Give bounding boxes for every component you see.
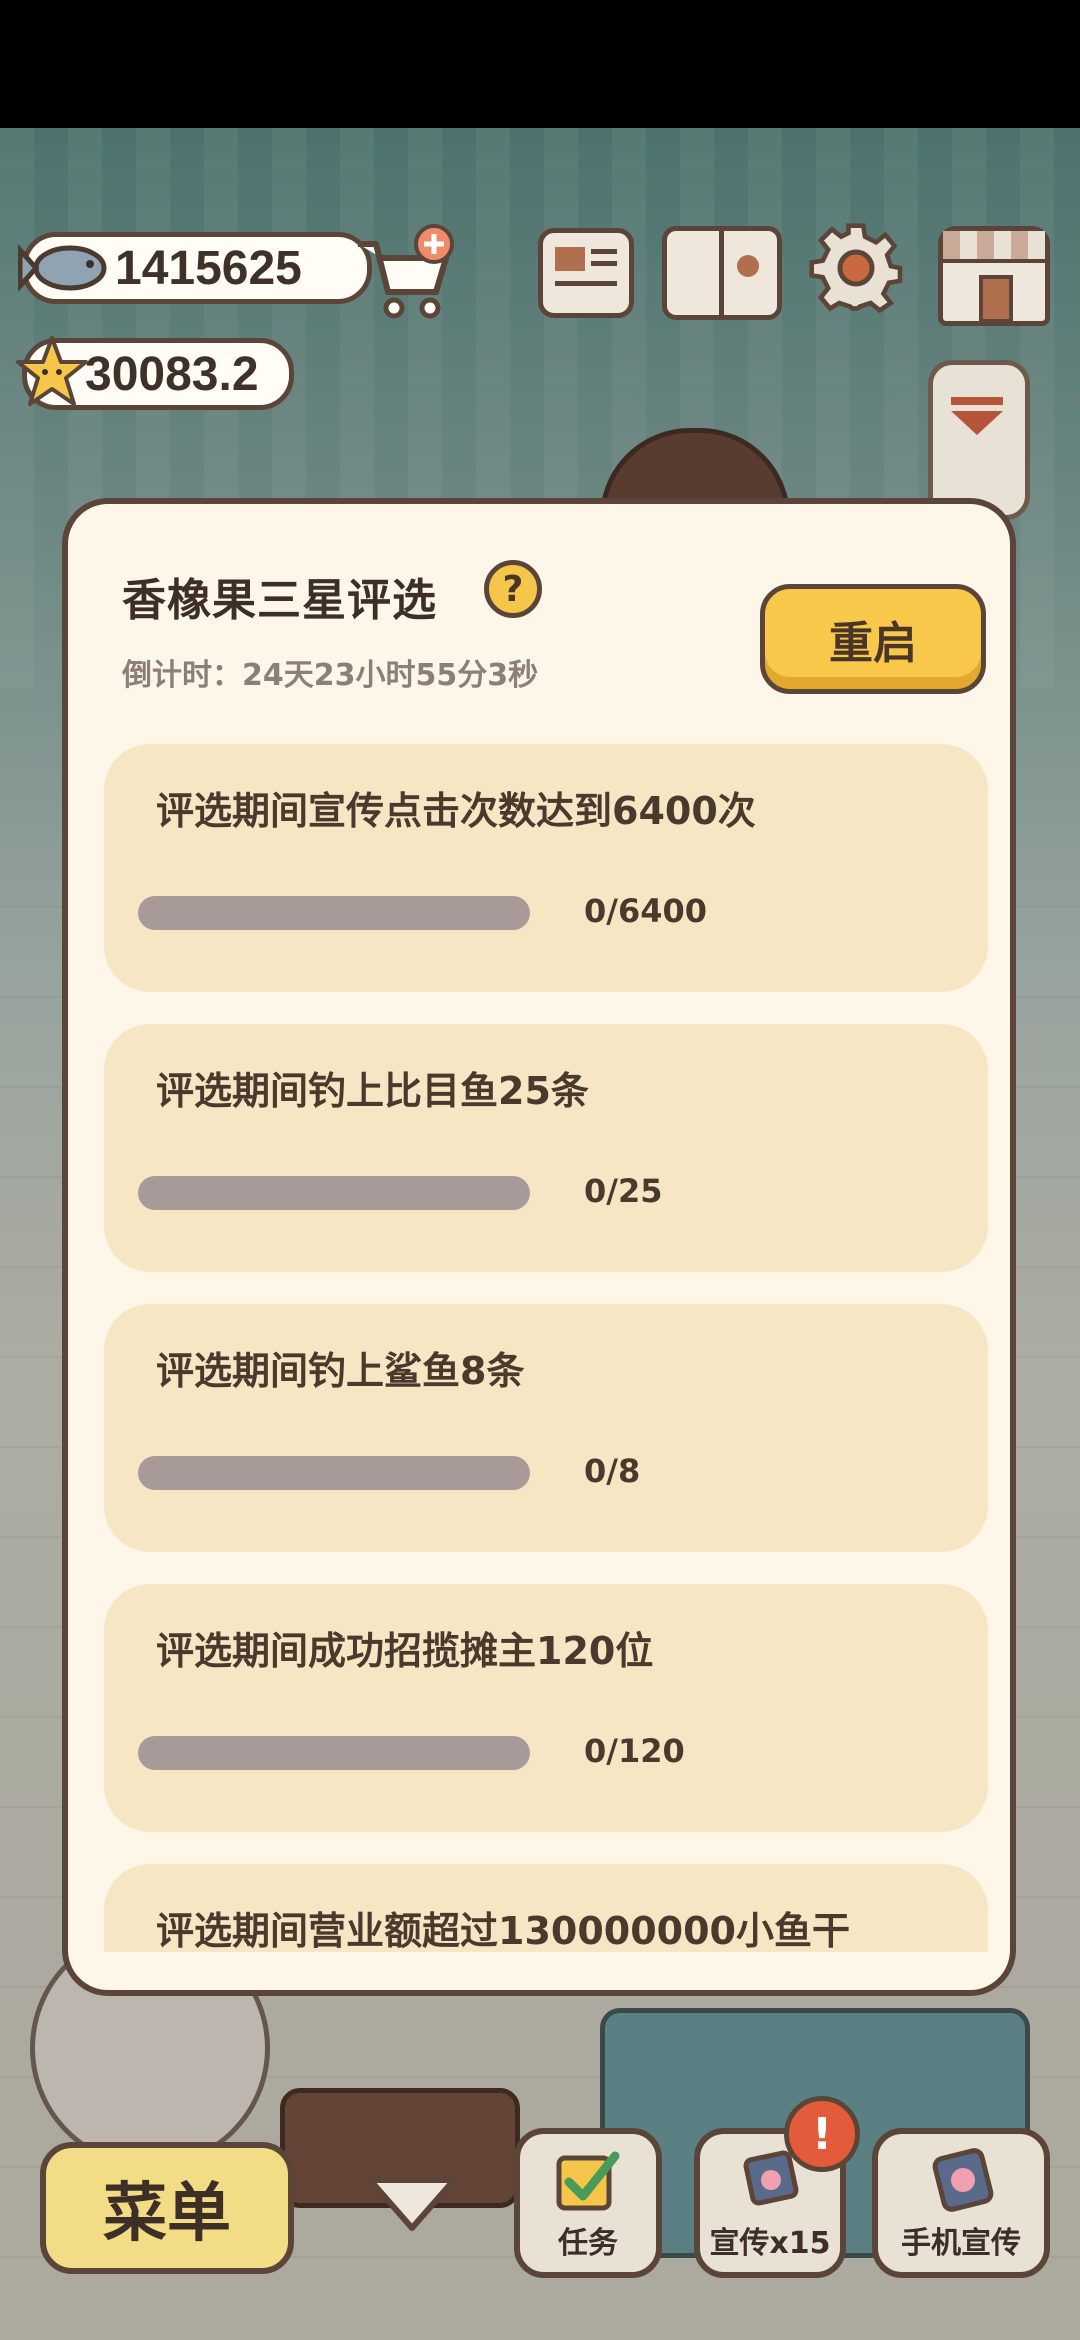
shop-icon[interactable] — [938, 226, 1050, 326]
collapse-side-panel-button[interactable] — [928, 360, 1030, 520]
phone-promo-icon — [932, 2148, 994, 2212]
newspaper-icon[interactable] — [538, 228, 634, 318]
progress-count: 0/6400 — [584, 892, 708, 930]
promo-button-label: 宣传x15 — [709, 2226, 831, 2261]
star-icon — [16, 336, 88, 406]
task-list[interactable]: 评选期间宣传点击次数达到6400次 0/6400 评选期间钓上比目鱼25条 0/… — [104, 744, 988, 1952]
task-description: 评选期间钓上鲨鱼8条 — [156, 1349, 525, 1393]
task-description: 评选期间成功招揽摊主120位 — [156, 1629, 654, 1673]
progress-bar — [138, 1736, 530, 1770]
star-currency-value: 30083.2 — [85, 347, 259, 401]
task-card: 评选期间成功招揽摊主120位 0/120 — [104, 1584, 988, 1832]
paw-book-icon[interactable] — [662, 226, 782, 320]
chevron-down-icon — [951, 397, 1003, 435]
progress-count: 0/8 — [584, 1452, 641, 1490]
alert-badge-icon: ! — [784, 2096, 860, 2172]
task-description: 评选期间营业额超过130000000小鱼干 — [156, 1909, 850, 1952]
menu-button[interactable]: 菜单 — [40, 2142, 294, 2274]
task-description: 评选期间宣传点击次数达到6400次 — [156, 789, 756, 833]
chevron-down-icon[interactable] — [364, 2174, 460, 2234]
progress-bar — [138, 1176, 530, 1210]
phone-promo-button-label: 手机宣传 — [901, 2226, 1021, 2261]
countdown-timer: 倒计时：24天23小时55分3秒 — [122, 658, 539, 693]
shop-cart-icon[interactable] — [350, 222, 460, 322]
progress-bar — [138, 896, 530, 930]
progress-bar — [138, 1456, 530, 1490]
task-card: 评选期间营业额超过130000000小鱼干 — [104, 1864, 988, 1952]
question-icon: ? — [502, 568, 524, 610]
task-button-label: 任务 — [558, 2226, 618, 2261]
restart-button[interactable]: 重启 — [760, 584, 986, 694]
task-card: 评选期间宣传点击次数达到6400次 0/6400 — [104, 744, 988, 992]
progress-count: 0/25 — [584, 1172, 663, 1210]
phone-promo-button[interactable]: 手机宣传 — [872, 2128, 1050, 2278]
progress-count: 0/120 — [584, 1732, 685, 1770]
task-card: 评选期间钓上比目鱼25条 0/25 — [104, 1024, 988, 1272]
modal-title: 香橡果三星评选 — [122, 575, 437, 626]
fish-currency-value: 1415625 — [115, 241, 302, 295]
help-button[interactable]: ? — [484, 560, 542, 618]
gear-icon[interactable] — [808, 222, 904, 318]
task-button[interactable]: 任务 — [514, 2128, 662, 2278]
task-description: 评选期间钓上比目鱼25条 — [156, 1069, 589, 1113]
fish-icon — [18, 243, 107, 293]
selection-event-modal: 香橡果三星评选 ? 倒计时：24天23小时55分3秒 重启 评选期间宣传点击次数… — [62, 498, 1016, 1996]
task-card: 评选期间钓上鲨鱼8条 0/8 — [104, 1304, 988, 1552]
checkmark-icon — [556, 2151, 620, 2211]
